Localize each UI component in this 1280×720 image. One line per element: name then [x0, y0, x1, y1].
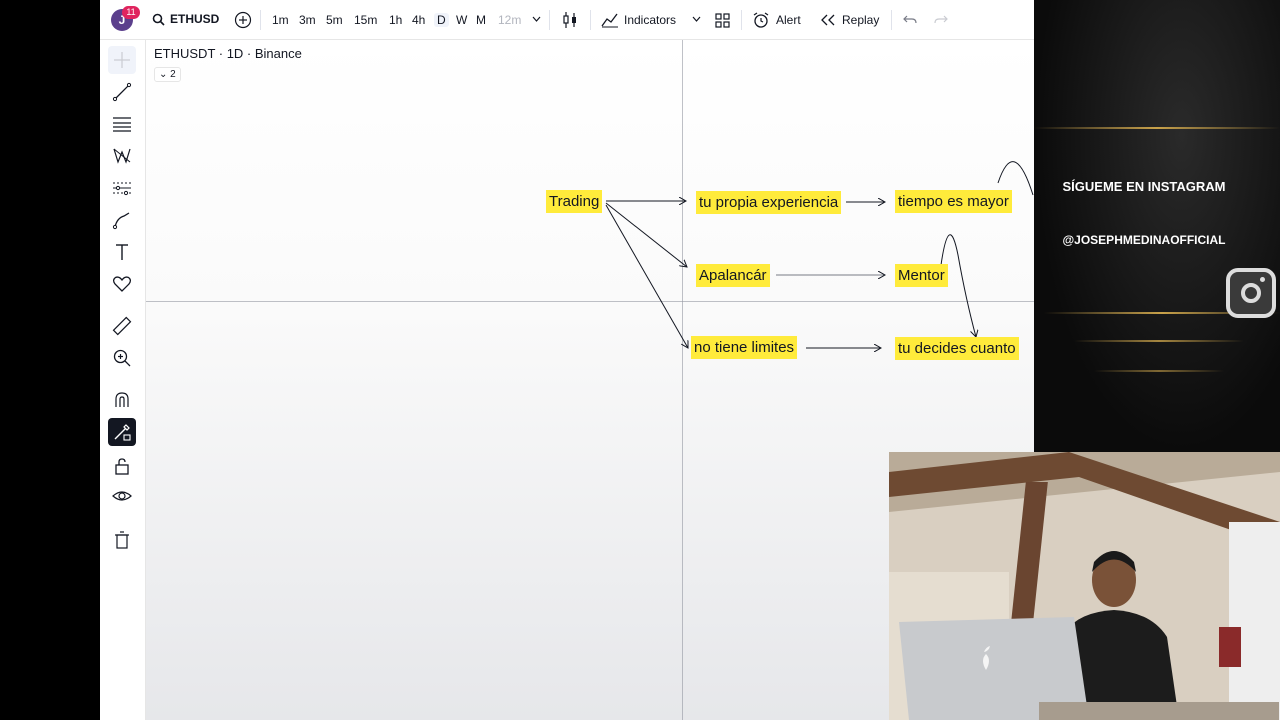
- magnet-icon: [115, 392, 129, 407]
- webcam-scene: [889, 452, 1280, 720]
- gold-divider: [1034, 127, 1280, 129]
- instagram-icon: [1226, 268, 1276, 318]
- instagram-promo-overlay: SÍGUEME EN INSTAGRAM @JOSEPHMEDINAOFFICI…: [1034, 0, 1280, 452]
- alarm-clock-icon[interactable]: [752, 11, 770, 29]
- hide-drawings-tool[interactable]: [108, 482, 136, 510]
- toolbar-divider: [549, 10, 550, 30]
- arrow-trading-limites: [605, 204, 688, 348]
- gold-divider: [1094, 370, 1224, 372]
- rewind-icon[interactable]: [821, 14, 835, 26]
- gold-divider: [1074, 340, 1244, 342]
- note-experiencia[interactable]: tu propia experiencia: [696, 191, 842, 214]
- interval-15m[interactable]: 15m: [354, 13, 377, 27]
- ruler-icon: [112, 316, 132, 336]
- interval-w[interactable]: W: [456, 13, 467, 27]
- note-decides[interactable]: tu decides cuanto: [895, 337, 1019, 360]
- interval-3m[interactable]: 3m: [299, 13, 316, 27]
- note-mentor[interactable]: Mentor: [895, 264, 948, 287]
- interval-5m[interactable]: 5m: [326, 13, 343, 27]
- interval-4h[interactable]: 4h: [412, 13, 425, 27]
- instagram-handle: @JOSEPHMEDINAOFFICIAL: [1062, 233, 1226, 247]
- candles-icon[interactable]: [562, 11, 578, 29]
- fib-retracement-icon: [113, 117, 131, 132]
- notification-badge: 11: [122, 6, 140, 19]
- interval-custom[interactable]: 12m: [498, 13, 521, 27]
- layouts-icon[interactable]: [715, 13, 730, 28]
- zoom-tool[interactable]: [108, 344, 136, 372]
- compare-add-icon[interactable]: [234, 11, 252, 29]
- text-icon: [116, 244, 128, 260]
- indicators-button[interactable]: Indicators: [624, 13, 676, 27]
- chevron-down-icon[interactable]: [692, 16, 701, 23]
- symbol-label: ETHUSD: [170, 12, 220, 26]
- toolbar-divider: [260, 10, 261, 30]
- trend-line-icon: [112, 82, 132, 102]
- brush-tool[interactable]: [108, 206, 136, 234]
- drawing-toolbar: [100, 40, 146, 720]
- toolbar-divider: [741, 10, 742, 30]
- interval-m[interactable]: M: [476, 13, 486, 27]
- crosshair-icon: [114, 52, 130, 68]
- measure-tool[interactable]: [108, 312, 136, 340]
- undo-icon[interactable]: [903, 14, 917, 26]
- projection-icon: [113, 182, 131, 196]
- pattern-tool[interactable]: [108, 142, 136, 170]
- text-tool[interactable]: [108, 238, 136, 266]
- remove-drawings-tool[interactable]: [108, 526, 136, 554]
- magnet-tool[interactable]: [108, 386, 136, 414]
- note-trading[interactable]: Trading: [546, 190, 603, 213]
- symbol-search-button[interactable]: ETHUSD: [152, 12, 219, 26]
- brush-icon: [112, 212, 130, 230]
- icon-tool[interactable]: [108, 270, 136, 298]
- chevron-down-icon[interactable]: [532, 16, 541, 23]
- heart-icon: [112, 276, 132, 292]
- trash-icon: [115, 531, 129, 549]
- toolbar-divider: [891, 10, 892, 30]
- stay-in-drawing-mode-tool[interactable]: [108, 418, 136, 446]
- toolbar-divider: [590, 10, 591, 30]
- crosshair-tool[interactable]: [108, 46, 136, 74]
- eye-icon: [112, 491, 132, 501]
- replay-button[interactable]: Replay: [842, 13, 879, 27]
- xabcd-pattern-icon: [113, 148, 131, 164]
- lock-drawings-tool[interactable]: [108, 452, 136, 480]
- follow-instagram-text: SÍGUEME EN INSTAGRAM: [1062, 179, 1226, 194]
- trend-line-tool[interactable]: [108, 78, 136, 106]
- pencil-lock-icon: [114, 424, 131, 441]
- note-limites[interactable]: no tiene limites: [691, 336, 798, 359]
- note-tiempo[interactable]: tiempo es mayor: [895, 190, 1012, 213]
- forecast-tool[interactable]: [108, 174, 136, 202]
- indicators-icon[interactable]: [601, 12, 619, 28]
- webcam-feed: [889, 452, 1280, 720]
- lock-icon: [115, 458, 129, 475]
- note-apalancar[interactable]: Apalancár: [696, 264, 770, 287]
- alert-button[interactable]: Alert: [776, 13, 801, 27]
- interval-d[interactable]: D: [434, 13, 449, 27]
- arrow-trading-apalancar: [605, 202, 687, 267]
- interval-1m[interactable]: 1m: [272, 13, 289, 27]
- zoom-in-icon: [113, 349, 131, 367]
- top-toolbar: J 11 ETHUSD 1m 3m 5m 15m 1h 4h D W M 12m…: [100, 0, 1034, 40]
- search-icon: [152, 13, 165, 26]
- fib-tool[interactable]: [108, 110, 136, 138]
- interval-1h[interactable]: 1h: [389, 13, 402, 27]
- redo-icon[interactable]: [934, 14, 948, 26]
